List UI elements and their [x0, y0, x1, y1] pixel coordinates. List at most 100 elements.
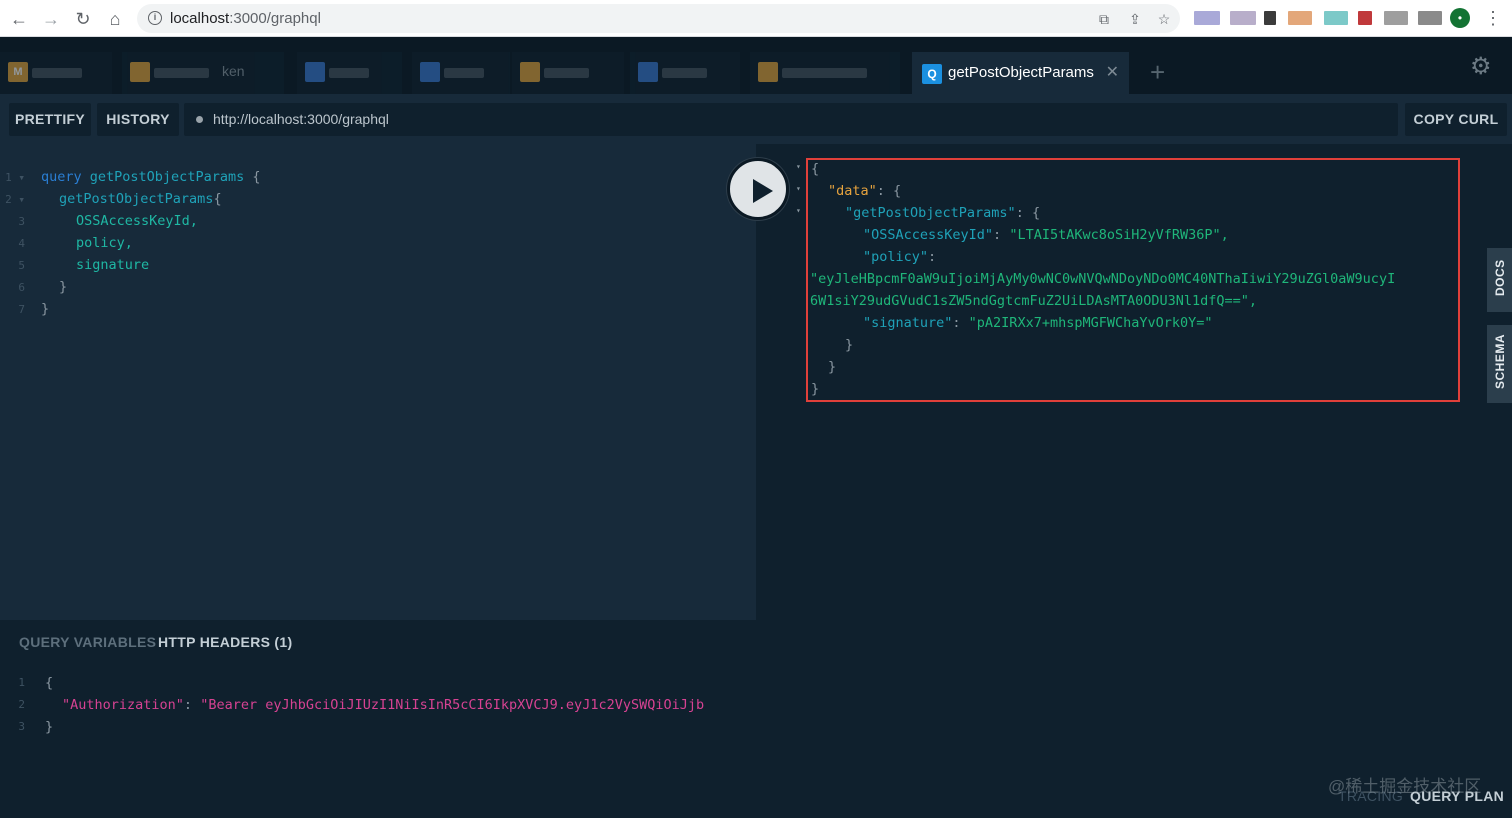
endpoint-url: http://localhost:3000/graphql — [213, 111, 389, 127]
extension-icon[interactable] — [1384, 11, 1408, 25]
playground-tab[interactable]: M — [0, 52, 112, 94]
result-ossaccesskeyid-value: "LTAI5tAKwc8oSiH2yVfRW36P", — [1009, 227, 1229, 243]
docs-label: DOCS — [1493, 259, 1507, 296]
close-tab-icon[interactable]: ✕ — [1106, 62, 1119, 82]
schema-label: SCHEMA — [1493, 333, 1507, 389]
line-number: 5 — [18, 259, 25, 272]
extension-icon[interactable] — [1264, 11, 1276, 25]
result-line: "getPostObjectParams": { — [845, 205, 1041, 221]
copy-curl-button[interactable]: COPY CURL — [1405, 103, 1507, 136]
line-number: 3 — [18, 720, 25, 733]
site-info-icon[interactable]: i — [148, 11, 162, 25]
tab-badge — [305, 62, 325, 82]
menu-kebab-icon[interactable]: ⋮ — [1484, 8, 1502, 28]
extension-icon[interactable] — [1230, 11, 1256, 25]
blurred-tab-title — [329, 68, 369, 78]
active-tab-title: getPostObjectParams — [948, 64, 1094, 81]
query-field: getPostObjectParams — [59, 191, 214, 207]
headers-line[interactable]: "Authorization": "Bearer eyJhbGciOiJIUzI… — [62, 697, 756, 713]
query-line: } — [41, 301, 50, 317]
header-value: "Bearer eyJhbGciOiJIUzI1NiIsInR5cCI6IkpX… — [200, 697, 705, 713]
headers-line: } — [45, 719, 54, 735]
query-line: } — [59, 279, 68, 295]
endpoint-input[interactable]: http://localhost:3000/graphql — [184, 103, 1398, 136]
blurred-tab-title — [544, 68, 589, 78]
tab-badge — [638, 62, 658, 82]
result-panel: ▾ ▾ ▾ { "data": { "getPostObjectParams":… — [756, 144, 1485, 774]
blurred-tab-title — [662, 68, 707, 78]
translate-icon[interactable]: ⧉ — [1095, 10, 1113, 28]
playground-tab[interactable] — [512, 52, 624, 94]
tab-badge — [420, 62, 440, 82]
query-keyword: query — [41, 169, 82, 185]
fold-arrow-icon[interactable]: ▾ — [796, 206, 801, 215]
playground-tab[interactable]: ken — [122, 52, 284, 94]
result-line: "policy": — [863, 249, 937, 265]
address-bar[interactable]: i localhost:3000/graphql ⧉ ⇪ ☆ — [137, 4, 1180, 33]
extension-icon[interactable] — [1324, 11, 1348, 25]
blurred-tab-title — [444, 68, 484, 78]
variables-headers-panel: QUERY VARIABLES HTTP HEADERS (1) 1 2 3 {… — [0, 620, 756, 818]
bookmark-star-icon[interactable]: ☆ — [1155, 10, 1173, 28]
extension-icon[interactable] — [1288, 11, 1312, 25]
result-ossaccesskeyid-key: "OSSAccessKeyId" — [863, 227, 994, 243]
line-number: 7 — [18, 303, 25, 316]
extension-icon[interactable] — [1358, 11, 1372, 25]
playground-tab[interactable] — [750, 52, 900, 94]
query-line: getPostObjectParams{ — [59, 191, 222, 207]
home-icon[interactable]: ⌂ — [102, 6, 128, 32]
history-button[interactable]: HISTORY — [97, 103, 179, 136]
reload-icon[interactable]: ↻ — [70, 6, 96, 32]
tab-query-variables[interactable]: QUERY VARIABLES — [19, 634, 156, 650]
result-policy-value: "eyJleHBpcmF0aW9uIjoiMjAyMy0wNC0wNVQwNDo… — [810, 271, 1396, 287]
watermark: @稀土掘金技术社区 — [1328, 777, 1482, 796]
profile-avatar[interactable]: • — [1450, 8, 1470, 28]
query-subfield: OSSAccessKeyId, — [76, 213, 198, 229]
blurred-tab-title — [782, 68, 867, 78]
tab-getpostobjectparams[interactable]: Q getPostObjectParams ✕ — [912, 52, 1129, 94]
line-number: 4 — [18, 237, 25, 250]
tab-http-headers[interactable]: HTTP HEADERS (1) — [158, 634, 292, 650]
result-params-key: "getPostObjectParams" — [845, 205, 1016, 221]
result-line: "data": { — [828, 183, 902, 199]
extension-icon[interactable] — [1418, 11, 1442, 25]
line-number: 6 — [18, 281, 25, 294]
result-line: "OSSAccessKeyId": "LTAI5tAKwc8oSiH2yVfRW… — [863, 227, 1229, 243]
prettify-button[interactable]: PRETTIFY — [9, 103, 91, 136]
add-tab-icon[interactable]: + — [1150, 59, 1165, 85]
line-number: 1 — [18, 676, 25, 689]
playground-toolbar: PRETTIFY HISTORY http://localhost:3000/g… — [0, 94, 1512, 144]
line-number: 2 — [18, 698, 25, 711]
playground-tab[interactable] — [297, 52, 402, 94]
forward-arrow-icon[interactable]: → — [38, 6, 64, 32]
share-icon[interactable]: ⇪ — [1126, 10, 1144, 28]
execute-query-button[interactable] — [727, 158, 789, 220]
endpoint-status-dot — [196, 116, 203, 123]
url-host: localhost — [170, 10, 230, 27]
back-arrow-icon[interactable]: ← — [6, 6, 32, 32]
tab-title-fragment: ken — [222, 63, 245, 79]
schema-side-tab[interactable]: SCHEMA — [1487, 325, 1512, 403]
result-line: } — [811, 381, 820, 397]
blurred-tab-title — [154, 68, 209, 78]
address-url[interactable]: localhost:3000/graphql — [170, 10, 321, 27]
operation-name: getPostObjectParams — [89, 169, 245, 185]
settings-gear-icon[interactable]: ⚙ — [1470, 52, 1492, 81]
url-path: :3000/graphql — [229, 10, 321, 27]
docs-side-tab[interactable]: DOCS — [1487, 248, 1512, 312]
fold-arrow-icon[interactable]: ▾ — [796, 162, 801, 171]
result-signature-key: "signature" — [863, 315, 953, 331]
extension-icon[interactable] — [1194, 11, 1220, 25]
result-line: } — [828, 359, 837, 375]
playground-tabs-bar: M ken Q getPostObjectParams ✕ + ⚙ — [0, 37, 1512, 94]
line-number: 3 — [18, 215, 25, 228]
playground-tab[interactable] — [412, 52, 510, 94]
result-line: } — [845, 337, 854, 353]
tab-badge — [130, 62, 150, 82]
headers-line: { — [45, 675, 54, 691]
line-number: 2 ▾ — [5, 193, 25, 206]
playground-tab[interactable] — [630, 52, 740, 94]
tab-badge: M — [8, 62, 28, 82]
query-editor[interactable]: 1 ▾ 2 ▾ 3 4 5 6 7 query getPostObjectPar… — [0, 144, 756, 620]
fold-arrow-icon[interactable]: ▾ — [796, 184, 801, 193]
